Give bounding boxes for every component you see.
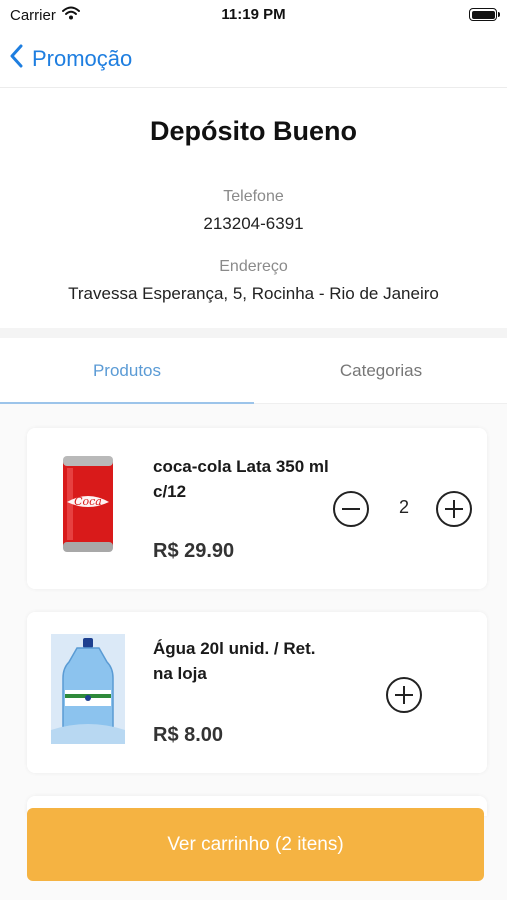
product-name: coca-cola Lata 350 ml c/12 [153, 457, 329, 501]
svg-text:Coca: Coca [74, 495, 102, 508]
tab-bar: Produtos Categorias [0, 338, 507, 404]
status-time: 11:19 PM [221, 6, 286, 23]
section-divider [0, 328, 507, 338]
tab-categorias[interactable]: Categorias [254, 338, 507, 404]
product-name: Água 20l unid. / Ret. na loja [153, 639, 316, 683]
battery-icon [469, 8, 500, 21]
chevron-left-icon [10, 44, 24, 74]
address-value: Travessa Esperança, 5, Rocinha - Rio de … [68, 284, 439, 303]
water-jug-image [51, 634, 125, 744]
store-header: Depósito Bueno Telefone 213204-6391 Ende… [0, 88, 507, 330]
add-to-cart-button[interactable] [386, 677, 422, 713]
view-cart-button[interactable]: Ver carrinho (2 itens) [27, 808, 484, 881]
product-card[interactable]: Água 20l unid. / Ret. na loja R$ 8.00 [27, 612, 487, 773]
back-label: Promoção [32, 46, 133, 71]
decrease-quantity-button[interactable] [333, 491, 369, 527]
increase-quantity-button[interactable] [436, 491, 472, 527]
quantity-value: 2 [398, 497, 409, 517]
address-label: Endereço [219, 258, 288, 275]
back-button[interactable]: Promoção [10, 42, 132, 76]
tab-produtos[interactable]: Produtos [0, 338, 254, 404]
product-price: R$ 8.00 [153, 724, 224, 746]
coca-cola-can-image: Coca [51, 454, 125, 554]
phone-label: Telefone [223, 188, 284, 205]
status-bar: Carrier 11:19 PM [0, 0, 507, 32]
phone-value: 213204-6391 [203, 214, 304, 233]
store-name: Depósito Bueno [150, 116, 357, 146]
product-price: R$ 29.90 [153, 540, 235, 562]
product-card[interactable]: Coca coca-cola Lata 350 ml c/12 R$ 29.90… [27, 428, 487, 589]
screen: Carrier 11:19 PM Promoção Depósito Bueno… [0, 0, 507, 900]
navigation-bar: Promoção [0, 32, 507, 88]
